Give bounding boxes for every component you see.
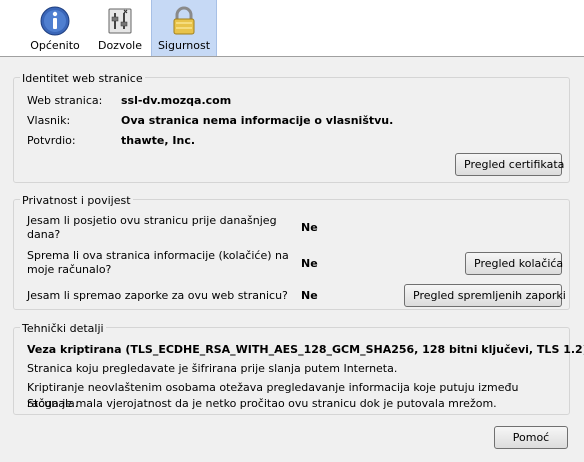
tab-permissions-label: Dozvole — [97, 39, 143, 52]
cookies-answer: Ne — [301, 257, 318, 270]
owner-value: Ova stranica nema informacije o vlasništ… — [121, 114, 394, 127]
passwords-answer: Ne — [301, 289, 318, 302]
help-button[interactable]: Pomoć — [494, 426, 568, 449]
tab-security[interactable]: Sigurnost — [151, 0, 217, 56]
connection-info: Veza kriptirana (TLS_ECDHE_RSA_WITH_AES_… — [27, 343, 584, 356]
verified-label: Potvrdio: — [27, 134, 76, 147]
identity-group: Identitet web stranice Web stranica: ssl… — [13, 72, 570, 183]
identity-title: Identitet web stranice — [20, 72, 145, 85]
cookies-question: Sprema li ova stranica informacije (kola… — [27, 249, 289, 276]
owner-label: Vlasnik: — [27, 114, 71, 127]
privacy-title: Privatnost i povijest — [20, 194, 133, 207]
encryption-line-1: Stranica koju pregledavate je šifrirana … — [27, 362, 398, 375]
tab-permissions[interactable]: Dozvole — [92, 0, 148, 56]
view-passwords-button[interactable]: Pregled spremljenih zaporki — [404, 284, 566, 307]
verified-value: thawte, Inc. — [121, 134, 196, 147]
technical-group: Tehnički detalji Veza kriptirana (TLS_EC… — [13, 322, 584, 415]
tab-general-label: Općenito — [30, 39, 80, 52]
passwords-question: Jesam li spremao zaporke za ovu web stra… — [27, 289, 288, 302]
view-cookies-button[interactable]: Pregled kolačića — [465, 252, 563, 275]
view-certificate-button[interactable]: Pregled certifikata — [455, 153, 564, 176]
tab-general[interactable]: Općenito — [24, 0, 86, 56]
visited-answer: Ne — [301, 221, 318, 234]
website-label: Web stranica: — [27, 94, 103, 107]
visited-question: Jesam li posjetio ovu stranicu prije dan… — [27, 214, 277, 241]
privacy-group: Privatnost i povijest Jesam li posjetio … — [13, 194, 570, 310]
technical-title: Tehnički detalji — [20, 322, 106, 335]
permissions-icon — [108, 8, 132, 34]
website-value: ssl-dv.mozqa.com — [121, 94, 232, 107]
tab-security-label: Sigurnost — [157, 39, 211, 52]
lock-icon — [173, 6, 195, 35]
toolbar: Općenito Dozvole Sigurnost — [0, 0, 584, 57]
encryption-line-3: Stoga je mala vjerojatnost da je netko p… — [27, 397, 497, 410]
info-icon — [40, 6, 70, 36]
